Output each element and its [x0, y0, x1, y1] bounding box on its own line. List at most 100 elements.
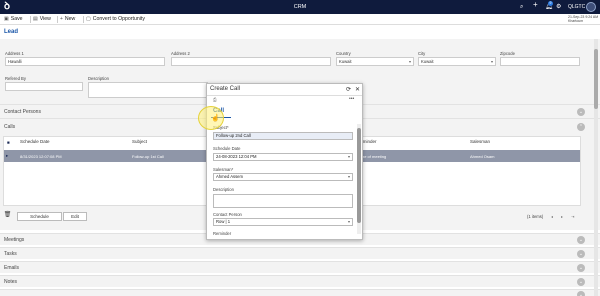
section-emails[interactable]: Emails ⌄ — [0, 261, 600, 273]
schedule-date-label: Schedule Date — [213, 146, 241, 151]
zipcode-label: Zipcode — [500, 51, 515, 56]
referred-by-label: Refered By — [5, 76, 26, 81]
description-label: Description — [88, 76, 109, 81]
schedule-button[interactable]: Schedule — [17, 212, 62, 221]
dialog-title: Create Call — [210, 86, 241, 92]
country-value: Kuwait — [339, 59, 352, 64]
section-title: Contact Persons — [4, 109, 41, 115]
section-title: Meetings — [4, 237, 25, 243]
plus-icon: + — [60, 16, 63, 22]
salesman-value: Ahmed Assem — [216, 174, 243, 179]
cell-reminder: ne of meeting — [362, 153, 387, 159]
company-name[interactable]: QLGTC — [568, 4, 585, 10]
datetime-line2: Khartoum — [568, 19, 584, 23]
chevron-down-icon[interactable]: ⌄ — [577, 278, 585, 286]
cell-subject: Follow-up 1st Call — [132, 153, 164, 159]
section-title: Notes — [4, 279, 18, 285]
add-icon[interactable]: + — [533, 1, 538, 9]
description-field[interactable] — [213, 194, 353, 208]
more-options-icon[interactable]: ••• — [349, 96, 354, 102]
view-button[interactable]: ▤ View — [33, 16, 51, 23]
schedule-date-picker[interactable]: 24-08-2023 12:04 PM ▾ — [213, 153, 353, 161]
items-count: (1 items) — [527, 214, 544, 219]
chevron-down-icon[interactable]: ⌄ — [577, 264, 585, 272]
contact-person-value: Row | 1 — [216, 219, 231, 224]
schedule-date-value: 24-08-2023 12:04 PM — [216, 154, 257, 159]
section-title: Emails — [4, 265, 20, 271]
chevron-down-icon: ▾ — [347, 174, 350, 179]
table-header-icon: ■ — [7, 140, 10, 145]
cell-salesman: Ahmed Osam — [470, 153, 495, 159]
chevron-down-icon[interactable]: ⌄ — [577, 108, 585, 116]
convert-icon: ▢ — [86, 16, 91, 22]
view-icon: ▤ — [33, 16, 38, 22]
description-field[interactable] — [88, 82, 208, 98]
chevron-down-icon: ▾ — [347, 154, 350, 159]
print-icon[interactable]: ⎙ — [213, 97, 217, 102]
section-title[interactable]: Calls — [4, 124, 15, 130]
column-header-salesman[interactable]: Salesman — [470, 139, 490, 144]
toolbar-divider — [83, 16, 84, 23]
next-page-icon[interactable]: ▸ — [561, 214, 563, 219]
address2-label: Address 2 — [171, 51, 190, 56]
hand-cursor-icon: ☝ — [211, 115, 220, 122]
divider — [207, 95, 362, 96]
salesman-select[interactable]: Ahmed Assem ▾ — [213, 173, 353, 181]
section-tasks[interactable]: Tasks ⌄ — [0, 247, 600, 259]
chevron-down-icon[interactable]: ⌄ — [577, 250, 585, 258]
chevron-down-icon: ▾ — [408, 59, 411, 64]
refresh-icon[interactable]: ⟳ — [346, 86, 351, 93]
referred-by-field[interactable] — [5, 82, 83, 91]
scrollbar-thumb[interactable] — [357, 128, 361, 223]
address2-field[interactable] — [171, 57, 331, 66]
new-label: New — [64, 16, 76, 22]
notification-badge: 9 — [548, 1, 553, 6]
country-label: Country — [336, 51, 351, 56]
zipcode-field[interactable] — [500, 57, 580, 66]
row-pointer-icon: ▸ — [6, 153, 9, 158]
create-call-dialog: Create Call ⟳ ✕ ⎙ ••• Call Subject* Foll… — [206, 83, 363, 240]
save-icon: ▣ — [4, 16, 9, 22]
cell-schedule-date: 8/31/2023 12:07:08 PM — [20, 153, 62, 159]
column-header-subject[interactable]: Subject — [132, 139, 147, 144]
column-header-schedule-date[interactable]: Schedule Date — [20, 139, 50, 144]
chevron-down-icon: ▾ — [347, 219, 350, 224]
avatar[interactable] — [586, 2, 596, 12]
chevron-up-icon[interactable]: ⌃ — [577, 123, 585, 131]
city-select[interactable]: Kuwait ▾ — [418, 57, 496, 66]
section-collapsed-next[interactable]: ⌄ — [0, 289, 600, 296]
toolbar-divider — [57, 16, 58, 23]
view-label: View — [39, 16, 51, 22]
description-label: Description — [213, 187, 234, 192]
previous-page-icon[interactable]: ◂ — [551, 214, 553, 219]
chevron-down-icon[interactable]: ⌄ — [577, 291, 585, 296]
toolbar: ▣ Save ▤ View + New ▢ Convert to Opportunity… — [0, 14, 600, 25]
search-icon[interactable]: ⌕ — [520, 3, 523, 11]
subject-field[interactable]: Follow-up 2nd Call — [213, 132, 353, 140]
new-button[interactable]: + New — [60, 16, 75, 23]
close-icon[interactable]: ✕ — [355, 86, 360, 93]
reminder-label: Reminder — [213, 231, 232, 236]
convert-to-opportunity-button[interactable]: ▢ Convert to Opportunity — [86, 16, 145, 23]
dialog-scrollbar[interactable] — [357, 124, 361, 234]
gear-icon[interactable]: ⚙ — [556, 3, 561, 11]
chevron-down-icon: ▾ — [490, 59, 493, 64]
datetime: 21-Sep-23 9:24 AM Khartoum — [568, 15, 598, 23]
country-select[interactable]: Kuwait ▾ — [336, 57, 414, 66]
last-page-icon[interactable]: ⇥ — [571, 214, 575, 219]
save-button[interactable]: ▣ Save — [4, 16, 23, 23]
app-title: CRM — [293, 3, 307, 10]
page-header: Lead — [0, 25, 600, 39]
top-bar: ꝺ CRM ⌕ + 🔔︎ 9 ⚙ QLGTC — [0, 0, 600, 14]
page-scrollbar[interactable] — [594, 39, 598, 296]
scrollbar-thumb[interactable] — [594, 49, 598, 109]
city-label: City — [418, 51, 426, 56]
edit-button[interactable]: Edit — [63, 212, 87, 221]
trash-icon[interactable]: 🗑︎ — [3, 212, 12, 221]
toolbar-divider — [30, 16, 31, 23]
section-notes[interactable]: Notes ⌄ — [0, 275, 600, 287]
contact-person-select[interactable]: Row | 1 ▾ — [213, 218, 353, 226]
address1-field[interactable]: Hawalli — [5, 57, 165, 66]
chevron-down-icon[interactable]: ⌄ — [577, 236, 585, 244]
city-value: Kuwait — [421, 59, 434, 64]
